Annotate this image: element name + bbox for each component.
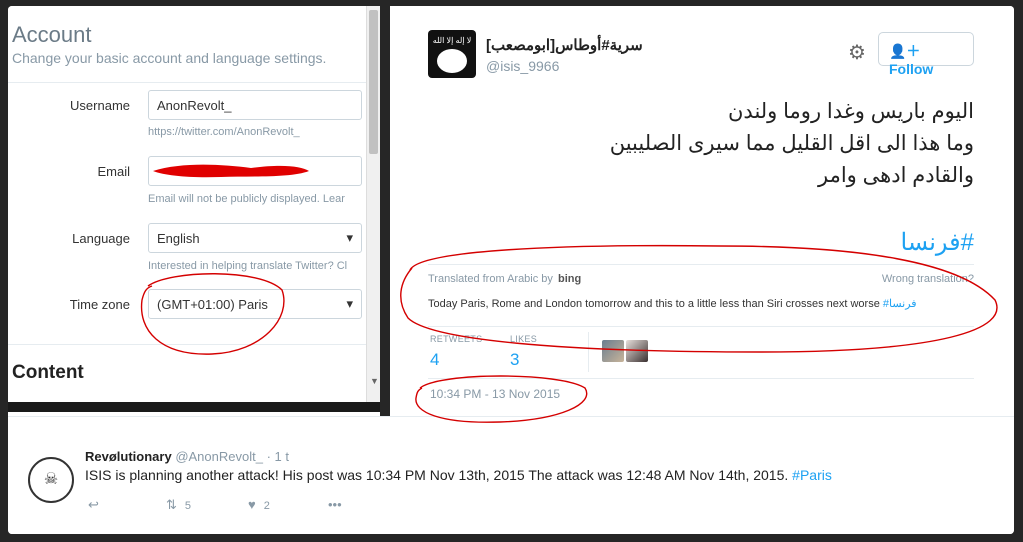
language-select[interactable]: English xyxy=(148,223,362,253)
gear-icon[interactable]: ⚙ xyxy=(848,40,866,65)
translated-from-label: Translated from Arabic by xyxy=(428,273,553,285)
bing-logo-icon: bing xyxy=(557,273,582,285)
timezone-select[interactable]: (GMT+01:00) Paris xyxy=(148,289,362,319)
scrollbar-thumb[interactable] xyxy=(369,10,378,154)
language-help[interactable]: Interested in helping translate Twitter?… xyxy=(148,260,366,272)
timezone-value: (GMT+01:00) Paris xyxy=(157,297,268,312)
retweet-icon[interactable]: ⇅ 5 xyxy=(166,497,191,513)
avatar-text: لا إله إلا الله xyxy=(432,36,472,45)
username-label: Username xyxy=(70,98,130,113)
liker-avatars xyxy=(602,340,650,367)
content-heading: Content xyxy=(12,362,84,383)
username-field[interactable]: AnonRevolt_ xyxy=(148,90,362,120)
translation-box: Translated from Arabic by bing Wrong tra… xyxy=(428,264,974,316)
reply-tweet: ☠ Revølutionary @AnonRevolt_ · 1 t ISIS … xyxy=(8,416,1014,534)
retweets-count: 4 xyxy=(430,350,440,369)
reply-icon[interactable]: ↩ xyxy=(88,497,99,513)
divider xyxy=(8,344,366,345)
retweet-count: 5 xyxy=(184,500,192,512)
timezone-label: Time zone xyxy=(69,297,130,312)
paris-hashtag[interactable]: #Paris xyxy=(792,467,832,483)
avatar[interactable]: ☠ xyxy=(28,457,74,503)
emblem-icon: ☠ xyxy=(43,471,59,488)
tweet-line: اليوم باريس وغدا روما ولندن xyxy=(728,100,974,123)
reply-author-handle[interactable]: @AnonRevolt_ xyxy=(175,449,263,464)
tweet-line: والقادم ادهى وامر xyxy=(818,164,974,187)
likes-stat[interactable]: LIKES 3 xyxy=(510,334,537,370)
email-label: Email xyxy=(97,164,130,179)
tweet-timestamp[interactable]: 10:34 PM - 13 Nov 2015 xyxy=(430,387,560,401)
language-label: Language xyxy=(72,231,130,246)
redaction-scribble xyxy=(153,164,309,178)
retweets-label: RETWEETS xyxy=(430,334,483,344)
page-title: Account xyxy=(12,22,92,47)
translation-hashtag[interactable]: #فرنسا xyxy=(883,298,917,310)
scroll-down-icon[interactable]: ▼ xyxy=(370,376,379,386)
more-icon[interactable]: ••• xyxy=(328,497,342,512)
avatar[interactable] xyxy=(602,340,624,362)
account-settings-panel: Account Change your basic account and la… xyxy=(8,6,380,412)
add-user-icon: 👤＋ xyxy=(889,43,921,59)
reply-header: Revølutionary @AnonRevolt_ · 1 t xyxy=(85,449,289,464)
follow-button[interactable]: 👤＋ Follow xyxy=(878,32,974,77)
reply-author-name[interactable]: Revølutionary xyxy=(85,449,172,464)
wrong-translation-link[interactable]: Wrong translation? xyxy=(882,273,974,285)
heart-icon[interactable]: ♥ 2 xyxy=(248,497,270,512)
reply-text: ISIS is planning another attack! His pos… xyxy=(85,467,832,483)
divider xyxy=(428,326,974,327)
avatar[interactable]: لا إله إلا الله xyxy=(428,30,476,78)
vertical-scrollbar[interactable]: ▼ xyxy=(366,6,380,404)
reply-time[interactable]: · 1 t xyxy=(267,449,289,464)
divider xyxy=(428,378,974,379)
tweet-text: اليوم باريس وغدا روما ولندن وما هذا الى … xyxy=(454,96,974,192)
likes-label: LIKES xyxy=(510,334,538,344)
translation-source: Translated from Arabic by bing xyxy=(428,273,581,285)
tweet-line: وما هذا الى اقل القليل مما سيرى الصليبين xyxy=(609,132,974,155)
translation-text: Today Paris, Rome and London tomorrow an… xyxy=(428,298,917,310)
retweets-stat[interactable]: RETWEETS 4 xyxy=(430,334,482,370)
author-name[interactable]: [سرية#أوطاس[ابومصعب xyxy=(486,36,643,54)
avatar[interactable] xyxy=(626,340,648,362)
language-value: English xyxy=(157,231,200,246)
author-handle[interactable]: @isis_9966 xyxy=(486,58,559,74)
email-help: Email will not be publicly displayed. Le… xyxy=(148,193,345,205)
panel-gap xyxy=(380,6,390,416)
horizontal-scrollbar[interactable] xyxy=(8,402,380,412)
divider xyxy=(8,82,366,83)
hashtag-link[interactable]: #فرنسا xyxy=(901,228,974,257)
seal-icon xyxy=(437,49,467,73)
follow-label: Follow xyxy=(889,61,934,77)
likes-count: 3 xyxy=(510,350,520,369)
username-url[interactable]: https://twitter.com/AnonRevolt_ xyxy=(148,126,366,138)
like-count: 2 xyxy=(263,500,270,512)
page-subtitle: Change your basic account and language s… xyxy=(12,50,327,66)
screenshot-frame: Account Change your basic account and la… xyxy=(8,6,1014,534)
email-field[interactable] xyxy=(148,156,362,186)
tweet-card: لا إله إلا الله [سرية#أوطاس[ابومصعب @isi… xyxy=(390,6,1014,416)
divider xyxy=(588,332,589,372)
